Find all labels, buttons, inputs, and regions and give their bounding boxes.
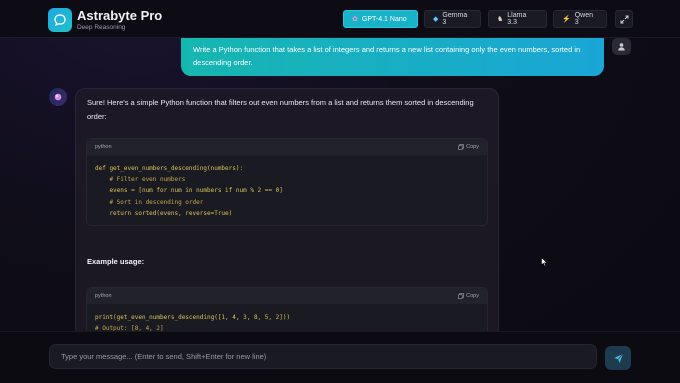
code-block: python Copy def get_even_numbers_descend…	[86, 138, 488, 226]
copy-button[interactable]: Copy	[458, 144, 479, 150]
assistant-intro-text: Sure! Here's a simple Python function th…	[87, 98, 474, 121]
example-usage-heading: Example usage:	[87, 257, 145, 266]
user-avatar	[612, 38, 631, 55]
expand-icon	[620, 15, 628, 23]
code-line: return sorted(evens, reverse=True)	[95, 209, 233, 217]
bolt-icon: ⚡	[562, 16, 571, 23]
app-subtitle: Deep Reasoning	[77, 24, 126, 31]
user-message: Write a Python function that takes a lis…	[181, 38, 604, 76]
copy-icon	[458, 293, 464, 299]
app-logo	[48, 8, 72, 32]
chat-bubble-icon	[54, 14, 66, 27]
copy-icon	[458, 144, 464, 150]
code-body: def get_even_numbers_descending(numbers)…	[87, 155, 487, 225]
code-line: # Filter even numbers	[95, 176, 186, 184]
model-tab-label: GPT-4.1 Nano	[361, 15, 407, 23]
sparkle-icon	[54, 93, 62, 101]
code-line: print(get_even_numbers_descending([1, 4,…	[95, 314, 291, 321]
send-button[interactable]	[605, 346, 631, 370]
expand-button[interactable]	[615, 10, 633, 28]
sparkle-icon: ✿	[352, 16, 358, 23]
code-block: python Copy print(get_even_numbers_desce…	[86, 287, 488, 337]
code-block-header: python Copy	[87, 288, 487, 304]
code-language-label: python	[95, 293, 112, 299]
model-tab-qwen-3[interactable]: ⚡ Qwen 3	[553, 10, 607, 28]
code-block-header: python Copy	[87, 139, 487, 155]
copy-label: Copy	[466, 293, 479, 299]
code-language-label: python	[95, 144, 112, 150]
llama-icon: ♞	[497, 16, 504, 23]
top-bar: Astrabyte Pro Deep Reasoning ✿ GPT-4.1 N…	[0, 0, 680, 38]
model-tab-gemma-3[interactable]: ◆ Gemma 3	[424, 10, 481, 28]
message-input[interactable]	[49, 344, 597, 369]
code-line: # Sort in descending order	[95, 198, 204, 206]
code-line: evens = [num for num in numbers if num %…	[95, 187, 283, 195]
gem-icon: ◆	[433, 16, 439, 23]
assistant-avatar	[49, 88, 67, 106]
send-icon	[613, 353, 623, 363]
model-tab-label: Llama 3.3	[507, 12, 527, 26]
user-icon	[618, 43, 625, 51]
model-tab-label: Qwen 3	[574, 12, 594, 26]
model-tab-label: Gemma 3	[442, 12, 468, 26]
mouse-cursor-icon	[541, 257, 548, 267]
copy-label: Copy	[466, 144, 479, 150]
copy-button[interactable]: Copy	[458, 293, 479, 299]
model-tab-llama-3-3[interactable]: ♞ Llama 3.3	[488, 10, 547, 28]
app-title: Astrabyte Pro	[77, 8, 163, 23]
code-line: def get_even_numbers_descending(numbers)…	[95, 165, 244, 172]
model-tab-gpt-4-1-nano[interactable]: ✿ GPT-4.1 Nano	[343, 10, 418, 28]
